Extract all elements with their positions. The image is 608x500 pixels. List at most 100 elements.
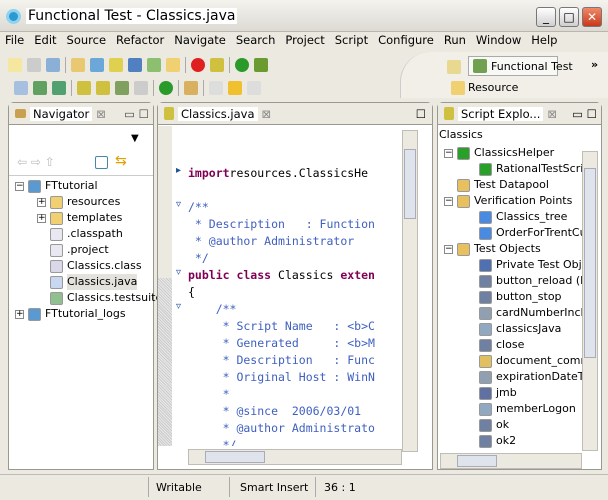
run-external-icon[interactable] bbox=[159, 81, 173, 95]
playback-icon[interactable] bbox=[33, 81, 47, 95]
tree-item[interactable]: Test Datapool bbox=[444, 177, 549, 193]
nav-history-icons[interactable]: ⇦ ⇨ ⇧ bbox=[17, 155, 55, 169]
tab-classics-java[interactable]: Classics.java ⊠ ☐ bbox=[158, 103, 432, 125]
datapool-ref-icon[interactable] bbox=[115, 81, 129, 95]
new-web-icon[interactable] bbox=[128, 58, 142, 72]
close-button[interactable]: ✕ bbox=[582, 7, 602, 27]
maximize-button[interactable]: □ bbox=[559, 7, 579, 27]
pen-icon[interactable] bbox=[184, 81, 198, 95]
menu-run[interactable]: Run bbox=[439, 32, 471, 49]
tree-item[interactable]: + templates bbox=[37, 210, 122, 226]
menu-edit[interactable]: Edit bbox=[29, 32, 61, 49]
tree-item[interactable]: .classpath bbox=[37, 226, 123, 242]
tree-item[interactable]: Classics.java bbox=[37, 274, 138, 290]
new-project-icon[interactable] bbox=[71, 58, 85, 72]
tree-item[interactable]: .project bbox=[37, 242, 109, 258]
open-perspective-icon[interactable] bbox=[447, 60, 461, 74]
forward-icon[interactable] bbox=[247, 81, 261, 95]
editor-hscrollbar[interactable] bbox=[188, 449, 402, 465]
insert-vp-icon[interactable] bbox=[77, 81, 91, 95]
tree-item[interactable]: − Test Objects bbox=[444, 241, 541, 257]
explorer-hscrollbar[interactable] bbox=[440, 453, 582, 469]
tree-item[interactable]: memberLogon bbox=[466, 401, 576, 417]
view-menu-icon[interactable]: ▼ bbox=[131, 133, 139, 144]
menu-configure[interactable]: Configure bbox=[373, 32, 439, 49]
minimize-maximize-icons[interactable]: ▭ ☐ bbox=[572, 107, 597, 121]
tree-item[interactable]: ok2 bbox=[466, 433, 516, 449]
new-icon[interactable] bbox=[8, 58, 22, 72]
tree-item[interactable]: cardNumberInclu bbox=[466, 305, 591, 321]
tree-item[interactable]: + resources bbox=[37, 194, 120, 210]
find-object-icon[interactable] bbox=[134, 81, 148, 95]
tree-item[interactable]: jmb bbox=[466, 385, 517, 401]
fold-toggle-icon[interactable]: ▿ bbox=[176, 301, 181, 312]
run-icon[interactable] bbox=[235, 58, 249, 72]
tree-item[interactable]: button_reload (D bbox=[466, 273, 589, 289]
tab-navigator[interactable]: Navigator ⊠ ▭ ☐ bbox=[9, 103, 153, 125]
record-icon[interactable] bbox=[191, 58, 205, 72]
debug-icon[interactable] bbox=[254, 58, 268, 72]
new-folder-icon[interactable] bbox=[166, 58, 180, 72]
menu-refactor[interactable]: Refactor bbox=[111, 32, 169, 49]
tree-item[interactable]: OrderForTrentCu bbox=[466, 225, 587, 241]
collapse-icon[interactable]: − bbox=[444, 196, 453, 206]
minimize-maximize-icons[interactable]: ▭ ☐ bbox=[124, 107, 149, 121]
fold-toggle-icon[interactable]: ▸ bbox=[176, 165, 181, 176]
menu-project[interactable]: Project bbox=[280, 32, 329, 49]
close-tab-icon[interactable]: ⊠ bbox=[96, 107, 106, 121]
tree-item[interactable]: Classics.testsuite bbox=[37, 290, 162, 306]
menu-navigate[interactable]: Navigate bbox=[169, 32, 231, 49]
tree-item[interactable]: Private Test Obje bbox=[466, 257, 588, 273]
tab-script-explorer[interactable]: Script Explo... ⊠ ▭ ☐ bbox=[438, 103, 601, 125]
expand-icon[interactable]: + bbox=[37, 197, 46, 207]
code-area[interactable]: importresources.ClassicsHe ▸ /** ▿ * Descri… bbox=[158, 163, 402, 446]
close-tab-icon[interactable]: ⊠ bbox=[262, 107, 272, 121]
previous-edit-icon[interactable] bbox=[228, 81, 242, 95]
menu-help[interactable]: Help bbox=[526, 32, 562, 49]
perspective-resource[interactable]: Resource bbox=[468, 81, 518, 94]
tree-item[interactable]: − Verification Points bbox=[444, 193, 572, 209]
fold-toggle-icon[interactable]: ▿ bbox=[176, 199, 181, 210]
maximize-icon[interactable]: ☐ bbox=[416, 107, 426, 121]
collapse-all-icon[interactable] bbox=[95, 156, 108, 169]
new-script-icon[interactable] bbox=[90, 58, 104, 72]
new-test-icon[interactable] bbox=[109, 58, 123, 72]
menu-source[interactable]: Source bbox=[62, 32, 112, 49]
insert-object-icon[interactable] bbox=[96, 81, 110, 95]
tree-item[interactable]: Classics_tree bbox=[466, 209, 567, 225]
menu-search[interactable]: Search bbox=[231, 32, 281, 49]
collapse-icon[interactable]: − bbox=[444, 148, 453, 158]
tree-item[interactable]: + FTtutorial_logs bbox=[15, 306, 126, 322]
open-icon[interactable] bbox=[14, 81, 28, 95]
insert-recording-icon[interactable] bbox=[210, 58, 224, 72]
link-editor-icon[interactable]: ⇆ bbox=[115, 153, 127, 169]
menu-script[interactable]: Script bbox=[330, 32, 373, 49]
close-tab-icon[interactable]: ⊠ bbox=[547, 107, 557, 121]
tree-item[interactable]: − FTtutorial bbox=[15, 178, 98, 194]
tree-item[interactable]: − ClassicsHelper bbox=[444, 145, 554, 161]
collapse-icon[interactable]: − bbox=[444, 244, 453, 254]
playback-options-icon[interactable] bbox=[52, 81, 66, 95]
save-icon[interactable] bbox=[27, 58, 41, 72]
explorer-vscrollbar[interactable] bbox=[582, 151, 598, 451]
tree-item[interactable]: document_comme bbox=[466, 353, 598, 369]
tree-item[interactable]: RationalTestScrip bbox=[466, 161, 590, 177]
new-datapool-icon[interactable] bbox=[147, 58, 161, 72]
tree-item[interactable]: classicsJava bbox=[466, 321, 561, 337]
collapse-icon[interactable]: − bbox=[15, 181, 24, 191]
more-perspectives[interactable]: » bbox=[591, 58, 598, 71]
tree-item[interactable]: expirationDateTe bbox=[466, 369, 589, 385]
menu-file[interactable]: File bbox=[0, 32, 29, 49]
tree-item[interactable]: Classics.class bbox=[37, 258, 142, 274]
editor-vscrollbar[interactable] bbox=[402, 130, 418, 452]
expand-icon[interactable]: + bbox=[37, 213, 46, 223]
menu-window[interactable]: Window bbox=[471, 32, 526, 49]
expand-icon[interactable]: + bbox=[15, 309, 24, 319]
tree-item[interactable]: ok bbox=[466, 417, 509, 433]
minimize-button[interactable]: _ bbox=[536, 7, 556, 27]
fold-toggle-icon[interactable]: ▿ bbox=[176, 267, 181, 278]
print-icon[interactable] bbox=[46, 58, 60, 72]
tree-item[interactable]: button_stop bbox=[466, 289, 562, 305]
tree-item[interactable]: close bbox=[466, 337, 524, 353]
back-icon[interactable] bbox=[209, 81, 223, 95]
